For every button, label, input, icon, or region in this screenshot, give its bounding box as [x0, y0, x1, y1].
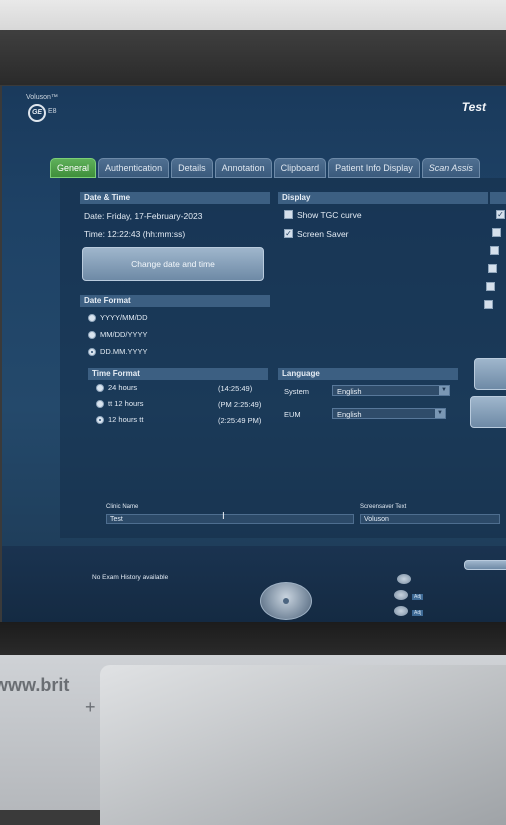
text-cursor-icon: I	[222, 511, 225, 522]
tab-annotation[interactable]: Annotation	[214, 158, 272, 178]
right-checkbox-5[interactable]	[486, 282, 495, 291]
right-checkbox-2[interactable]	[492, 228, 501, 237]
tab-authentication[interactable]: Authentication	[98, 158, 170, 178]
eum-language-value: English	[337, 410, 362, 419]
current-time: Time: 12:22:43 (hh:mm:ss)	[84, 229, 186, 239]
screen-saver-label: Screen Saver	[297, 229, 349, 239]
tab-clipboard[interactable]: Clipboard	[273, 158, 327, 178]
tab-patient-info-display[interactable]: Patient Info Display	[328, 158, 420, 178]
current-date: Date: Friday, 17-February-2023	[84, 211, 203, 221]
screensaver-text-input[interactable]: Voluson	[360, 514, 500, 524]
chevron-down-icon: ▼	[435, 409, 445, 418]
screensaver-text-label: Screensaver Text	[360, 504, 407, 510]
clinic-name-label: Clinic Name	[106, 504, 139, 510]
sticker-url-text: www.brit	[0, 675, 70, 695]
page-title: Test	[461, 100, 486, 114]
change-date-time-button[interactable]: Change date and time	[82, 247, 264, 281]
right-button-2[interactable]	[470, 396, 506, 428]
date-format-option-2: MM/DD/YYYY	[100, 330, 148, 339]
time-format-example-1: (14:25:49)	[218, 384, 253, 393]
chevron-down-icon: ▼	[439, 386, 449, 395]
sticker-plus-text: +	[85, 697, 96, 717]
model-name: E8	[48, 108, 57, 115]
trackball-icon[interactable]	[260, 582, 312, 620]
show-tgc-checkbox[interactable]	[284, 210, 293, 219]
language-heading: Language	[278, 368, 458, 380]
exam-history-status: No Exam History available	[92, 574, 169, 581]
knob-tag-1: Adj	[412, 594, 424, 600]
time-format-option-2: tt 12 hours	[108, 399, 144, 408]
time-format-example-2: (PM 2:25:49)	[218, 400, 262, 409]
date-format-radio-3[interactable]	[88, 348, 96, 356]
time-format-option-3: 12 hours tt	[108, 415, 144, 424]
date-format-heading: Date Format	[80, 295, 270, 307]
time-format-example-3: (2:25:49 PM)	[218, 416, 262, 425]
time-format-radio-1[interactable]	[96, 384, 104, 392]
knob-icon-3[interactable]	[394, 606, 408, 616]
trackball-dot	[283, 598, 289, 604]
time-format-option-1: 24 hours	[108, 383, 138, 392]
date-format-option-3: DD.MM.YYYY	[100, 347, 148, 356]
brand-name: Voluson™	[26, 94, 58, 101]
ultrasound-screen: Voluson™ GE E8 Test General Authenticati…	[2, 86, 506, 624]
system-language-value: English	[337, 387, 362, 396]
knob-icon-2[interactable]	[394, 590, 408, 600]
date-time-heading: Date & Time	[80, 192, 270, 204]
date-format-radio-2[interactable]	[88, 331, 96, 339]
right-checkbox-4[interactable]	[488, 264, 497, 273]
show-tgc-label: Show TGC curve	[297, 210, 362, 220]
device-console: www.brit +	[0, 655, 506, 825]
eum-language-select[interactable]: English ▼	[332, 408, 446, 419]
date-format-radio-1[interactable]	[88, 314, 96, 322]
right-checkbox-6[interactable]	[484, 300, 493, 309]
system-language-label: System	[284, 387, 310, 396]
knob-tag-2: Adj	[412, 610, 424, 616]
time-format-heading: Time Format	[88, 368, 268, 380]
bottom-right-tab[interactable]	[464, 560, 506, 570]
system-language-select[interactable]: English ▼	[332, 385, 450, 396]
tab-details[interactable]: Details	[171, 158, 213, 178]
date-format-option-1: YYYY/MM/DD	[100, 313, 148, 322]
screen-saver-checkbox[interactable]: ✓	[284, 229, 293, 238]
tab-general[interactable]: General	[50, 158, 97, 178]
right-checkbox-3[interactable]	[490, 246, 499, 255]
settings-tabs: General Authentication Details Annotatio…	[50, 158, 480, 178]
console-panel	[100, 665, 506, 825]
status-bar	[2, 546, 506, 624]
monitor-bezel-top	[0, 30, 506, 85]
eum-language-label: EUM	[284, 410, 301, 419]
tab-scan-assistant[interactable]: Scan Assis	[421, 158, 480, 178]
ge-logo-icon: GE	[28, 104, 46, 122]
knob-icon-1[interactable]	[397, 574, 411, 584]
right-button-1[interactable]	[474, 358, 506, 390]
clinic-name-input[interactable]: Test	[106, 514, 354, 524]
time-format-radio-2[interactable]	[96, 400, 104, 408]
right-column-heading	[490, 192, 506, 204]
time-format-radio-3[interactable]	[96, 416, 104, 424]
display-heading: Display	[278, 192, 488, 204]
right-checkbox-1[interactable]: ✓	[496, 210, 505, 219]
